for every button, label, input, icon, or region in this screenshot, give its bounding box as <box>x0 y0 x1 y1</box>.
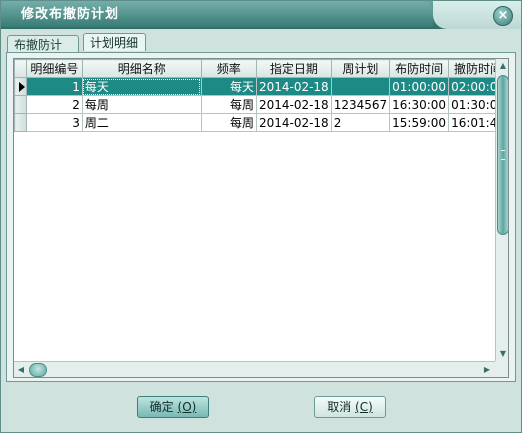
cell-date[interactable]: 2014-02-18 <box>255 95 332 114</box>
column-header-arm-time[interactable]: 布防时间 <box>389 59 450 78</box>
table-row[interactable]: 1 每天 每天 2014-02-18 01:00:00 02:00:00 <box>14 77 508 96</box>
dialog-window: 修改布撤防计划 × 布撤防计划 计划明细 明细编号 明细名称 频率 指定 <box>0 0 522 433</box>
scroll-up-icon[interactable]: ▲ <box>496 59 508 73</box>
scroll-right-icon[interactable]: ▶ <box>480 363 494 377</box>
row-indicator[interactable] <box>14 95 27 114</box>
details-table: 明细编号 明细名称 频率 指定日期 周计划 布防时间 撤防时间 1 每天 每天 <box>14 59 508 132</box>
row-indicator[interactable] <box>14 77 27 96</box>
row-indicator[interactable] <box>14 113 27 132</box>
tab-plan-details[interactable]: 计划明细 <box>83 33 146 51</box>
details-grid[interactable]: 明细编号 明细名称 频率 指定日期 周计划 布防时间 撤防时间 1 每天 每天 <box>13 58 509 378</box>
table-row[interactable]: 2 每周 每周 2014-02-18 1234567 16:30:00 01:3… <box>14 95 508 114</box>
horizontal-scroll-thumb[interactable] <box>29 363 47 377</box>
table-row[interactable]: 3 周二 每周 2014-02-18 2 15:59:00 16:01:40 <box>14 113 508 132</box>
cell-id[interactable]: 2 <box>25 95 83 114</box>
window-title: 修改布撤防计划 <box>1 1 433 27</box>
cell-rate[interactable]: 每周 <box>200 113 257 132</box>
scroll-down-icon[interactable]: ▼ <box>496 347 508 361</box>
cell-id[interactable]: 1 <box>25 77 83 96</box>
cell-name[interactable]: 每天 <box>81 77 202 96</box>
cell-arm-time[interactable]: 01:00:00 <box>389 77 450 96</box>
horizontal-scrollbar[interactable]: ◀ ▶ <box>14 361 495 377</box>
grip-icon <box>501 150 505 160</box>
tab-panel: 明细编号 明细名称 频率 指定日期 周计划 布防时间 撤防时间 1 每天 每天 <box>6 52 516 382</box>
cell-arm-time[interactable]: 15:59:00 <box>389 113 450 132</box>
cell-week[interactable]: 2 <box>330 113 391 132</box>
close-icon[interactable]: × <box>493 6 513 26</box>
ok-button[interactable]: 确定 (O) <box>137 396 209 418</box>
cell-arm-time[interactable]: 16:30:00 <box>389 95 450 114</box>
cell-week[interactable] <box>330 77 391 96</box>
ok-button-label: 确定 <box>149 400 174 414</box>
scrollbar-corner <box>495 361 508 377</box>
triangle-right-icon <box>19 82 25 92</box>
cell-name[interactable]: 周二 <box>81 113 202 132</box>
cancel-button-shortcut: (C) <box>355 400 373 414</box>
column-header-week[interactable]: 周计划 <box>330 59 391 78</box>
table-header-row: 明细编号 明细名称 频率 指定日期 周计划 布防时间 撤防时间 <box>14 59 508 78</box>
cell-rate[interactable]: 每天 <box>200 77 257 96</box>
cell-date[interactable]: 2014-02-18 <box>255 77 332 96</box>
column-header-date[interactable]: 指定日期 <box>255 59 332 78</box>
scroll-left-icon[interactable]: ◀ <box>14 363 28 377</box>
vertical-scroll-thumb[interactable] <box>497 75 508 235</box>
tab-schedule[interactable]: 布撤防计划 <box>7 35 79 70</box>
row-indicator-header <box>14 59 27 78</box>
cell-rate[interactable]: 每周 <box>200 95 257 114</box>
column-header-rate[interactable]: 频率 <box>200 59 257 78</box>
cancel-button[interactable]: 取消 (C) <box>314 396 386 418</box>
cell-id[interactable]: 3 <box>25 113 83 132</box>
column-header-name[interactable]: 明细名称 <box>81 59 202 78</box>
column-header-id[interactable]: 明细编号 <box>25 59 83 78</box>
cell-week[interactable]: 1234567 <box>330 95 391 114</box>
cell-date[interactable]: 2014-02-18 <box>255 113 332 132</box>
ok-button-shortcut: (O) <box>177 400 197 414</box>
title-bar[interactable]: 修改布撤防计划 × <box>1 1 521 29</box>
vertical-scrollbar[interactable]: ▲ ▼ <box>495 59 508 361</box>
cancel-button-label: 取消 <box>327 400 352 414</box>
cell-name[interactable]: 每周 <box>81 95 202 114</box>
